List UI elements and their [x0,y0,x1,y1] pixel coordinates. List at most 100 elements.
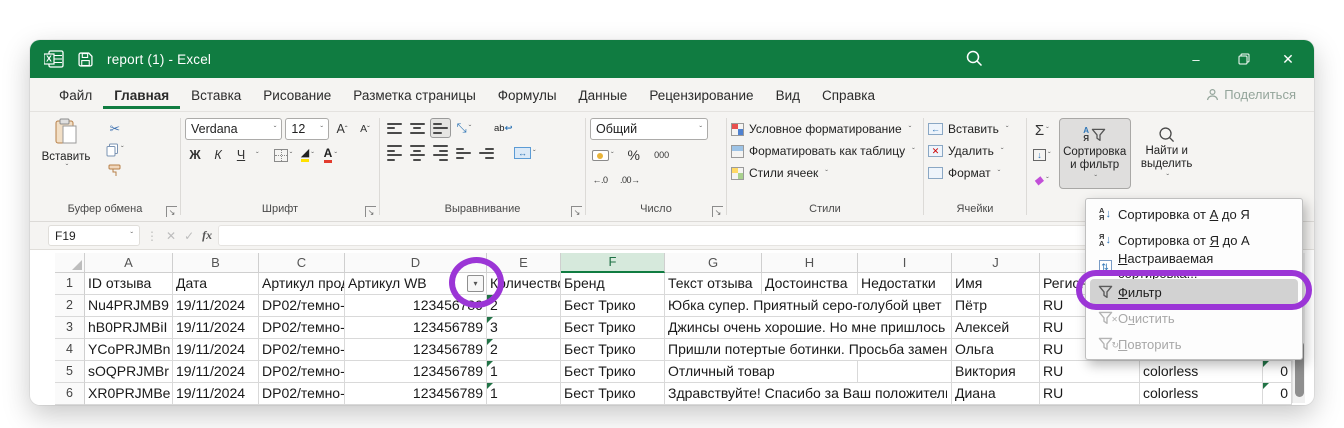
clipboard-dialog-launcher[interactable]: ↘ [166,206,177,217]
align-right-button[interactable] [430,143,450,163]
header-cell[interactable]: Имя [952,273,1040,295]
copy-button[interactable]: ˇ [104,141,126,158]
search-icon[interactable] [965,49,984,73]
increase-indent-button[interactable] [476,143,496,163]
align-bottom-button[interactable] [430,118,451,138]
tab-справка[interactable]: Справка [811,80,886,109]
select-all-corner[interactable] [55,253,85,273]
cell-date[interactable]: 19/11/2024 [173,383,259,405]
delete-cells-button[interactable]: ✕ Удалитьˇ [928,140,1022,162]
column-header-G[interactable]: G [665,253,762,273]
confirm-entry-icon[interactable]: ✓ [184,229,194,243]
cell-quantity[interactable]: 2 [487,339,561,361]
cell-cons[interactable] [858,361,952,383]
format-cells-button[interactable]: Форматˇ [928,162,1022,184]
column-header-J[interactable]: J [952,253,1040,273]
cell-color[interactable]: colorless [1140,361,1263,383]
alignment-dialog-launcher[interactable]: ↘ [571,206,582,217]
menu-item-filter[interactable]: Фильтр [1090,279,1298,305]
cell-date[interactable]: 19/11/2024 [173,295,259,317]
header-cell[interactable]: Артикул продавца [259,273,345,295]
cell-name[interactable]: Диана [952,383,1040,405]
align-top-button[interactable] [384,118,404,138]
menu-item-sort-az[interactable]: АЯ↓Сортировка от А до Я [1086,201,1302,227]
comma-style-button[interactable]: 000 [652,145,672,165]
cell-article-wb[interactable]: 123456789 [345,339,487,361]
close-button[interactable]: ✕ [1266,40,1310,78]
fill-color-button[interactable]: ◢ˇ [297,145,317,165]
italic-button[interactable]: К [208,145,228,165]
find-select-button[interactable]: Найти и выделить ˇ [1131,118,1203,187]
cell-brand[interactable]: Бест Трико [561,295,665,317]
cell-quantity[interactable]: 1 [487,361,561,383]
align-left-button[interactable] [384,143,404,163]
column-header-D[interactable]: D [345,253,487,273]
cell-date[interactable]: 19/11/2024 [173,361,259,383]
cell-quantity[interactable]: 3 [487,317,561,339]
header-cell[interactable]: Бренд [561,273,665,295]
row-header-6[interactable]: 6 [55,383,85,405]
cell-brand[interactable]: Бест Трико [561,361,665,383]
percent-button[interactable]: % [624,145,644,165]
underline-chevron[interactable]: ˇ [256,151,259,160]
bold-button[interactable]: Ж [185,145,205,165]
cell-review-id[interactable]: hB0PRJMBiI [85,317,173,339]
tab-формулы[interactable]: Формулы [487,80,568,109]
cell-review-id[interactable]: Nu4PRJMB9 [85,295,173,317]
cell-article-seller[interactable]: DP02/темно-синий [259,339,345,361]
cell-review-id[interactable]: XR0PRJMBe [85,383,173,405]
header-cell[interactable]: Недостатки [858,273,952,295]
column-header-I[interactable]: I [858,253,952,273]
align-middle-button[interactable] [407,118,427,138]
align-center-button[interactable] [407,143,427,163]
cell-quantity[interactable]: 2 [487,295,561,317]
cell-article-wb[interactable]: 123456789 [345,361,487,383]
cell-article-seller[interactable]: DP02/темно-синий [259,317,345,339]
cell-article-seller[interactable]: DP02/темно-синий [259,361,345,383]
header-cell[interactable]: Дата [173,273,259,295]
tab-file[interactable]: Файл [48,80,103,109]
menu-item-custom-sort[interactable]: ⇅Настраиваемая сортировка... [1086,253,1302,279]
header-cell[interactable]: Достоинства [762,273,858,295]
row-header-2[interactable]: 2 [55,295,85,317]
wrap-text-button[interactable]: ab↩ [492,118,515,138]
cell-zero-value[interactable]: 0 [1263,361,1292,383]
menu-item-sort-za[interactable]: ЯА↓Сортировка от Я до А [1086,227,1302,253]
column-filter-dropdown-button[interactable]: ▾ [467,275,484,292]
cell-zero-value[interactable]: 0 [1263,383,1292,405]
cell-review-id[interactable]: YCoPRJMBn [85,339,173,361]
cell-brand[interactable]: Бест Трико [561,339,665,361]
borders-button[interactable]: ˇ [272,145,295,165]
tab-вид[interactable]: Вид [765,80,811,109]
decrease-decimal-button[interactable]: .00→ [618,170,642,190]
cell-review-text[interactable]: Отличный товар [665,361,762,383]
number-dialog-launcher[interactable]: ↘ [712,206,723,217]
header-cell[interactable]: ID отзыва [85,273,173,295]
conditional-formatting-button[interactable]: Условное форматированиеˇ [731,118,919,140]
accounting-format-button[interactable]: ˇ [590,145,616,165]
clear-button[interactable]: ◆ˇ [1031,170,1053,190]
cell-color[interactable]: colorless [1140,383,1263,405]
column-header-C[interactable]: C [259,253,345,273]
insert-cells-button[interactable]: ← Вставитьˇ [928,118,1022,140]
orientation-button[interactable]: ⤡ˇ [454,118,474,138]
tab-рецензирование[interactable]: Рецензирование [638,80,764,109]
tab-данные[interactable]: Данные [568,80,639,109]
shrink-font-button[interactable]: Аˇ [355,119,375,139]
cell-name[interactable]: Пётр [952,295,1040,317]
cell-styles-button[interactable]: Стили ячеекˇ [731,162,919,184]
cell-article-wb[interactable]: 123456789 [345,383,487,405]
cell-region[interactable]: RU [1040,383,1140,405]
cell-review-text[interactable]: Здравствуйте! Спасибо за Ваш положительн… [665,383,762,405]
decrease-indent-button[interactable] [453,143,473,163]
cell-date[interactable]: 19/11/2024 [173,317,259,339]
restore-button[interactable] [1222,40,1266,78]
row-header-3[interactable]: 3 [55,317,85,339]
row-header-5[interactable]: 5 [55,361,85,383]
header-cell[interactable]: Текст отзыва [665,273,762,295]
cell-article-seller[interactable]: DP02/темно-синий [259,295,345,317]
font-family-select[interactable]: Verdanaˇ [185,118,282,140]
row-header-1[interactable]: 1 [55,273,85,295]
cell-region[interactable]: RU [1040,361,1140,383]
cell-name[interactable]: Алексей [952,317,1040,339]
